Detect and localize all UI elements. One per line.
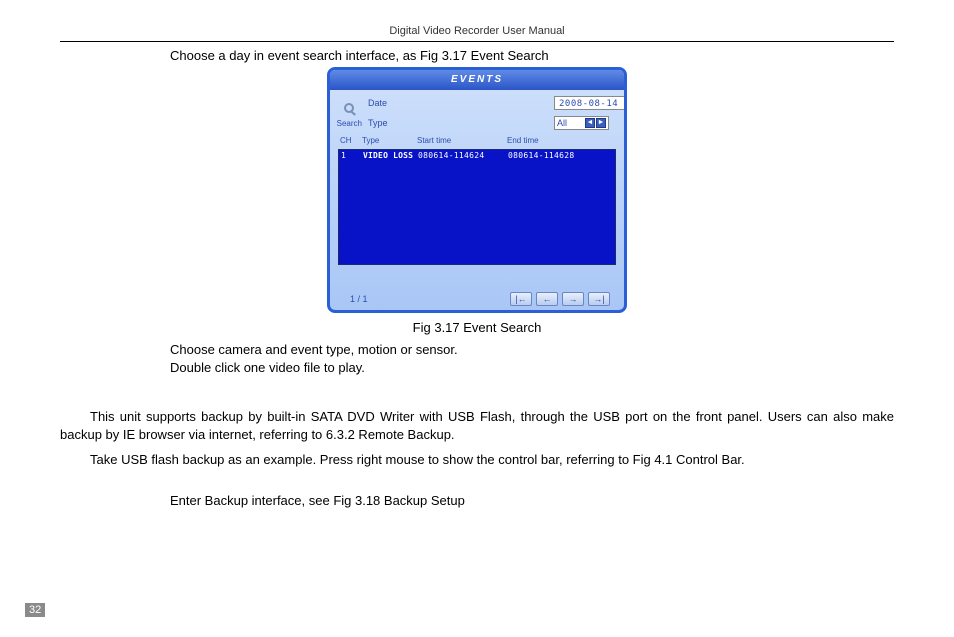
date-field-wrap: 2008-08-14 (554, 96, 614, 110)
dialog-filter-area: Date 2008-08-14 25 Date Search Type All (330, 90, 624, 134)
cell-ch: 1 (341, 151, 363, 160)
instruction-block: Choose camera and event type, motion or … (170, 341, 894, 376)
manual-header: Digital Video Recorder User Manual (60, 25, 894, 37)
type-field-wrap: All ◄ ► (554, 116, 614, 130)
instruction-line-3: Enter Backup interface, see Fig 3.18 Bac… (170, 493, 894, 508)
table-header: CH Type Start time End time (330, 134, 624, 147)
search-icon-label: Search (337, 119, 362, 128)
header-rule (60, 41, 894, 42)
prev-page-button[interactable]: ← (536, 292, 558, 306)
figure-caption: Fig 3.17 Event Search (60, 320, 894, 335)
cell-end: 080614-114628 (508, 151, 613, 160)
next-page-button[interactable]: → (562, 292, 584, 306)
instruction-line-1: Choose camera and event type, motion or … (170, 341, 894, 359)
date-label: Date (368, 98, 554, 108)
type-prev-icon[interactable]: ◄ (585, 118, 595, 128)
col-ch: CH (340, 136, 362, 145)
page-number-badge: 32 (25, 603, 45, 617)
type-select[interactable]: All ◄ ► (554, 116, 609, 130)
nav-buttons: |← ← → →| (510, 292, 610, 306)
col-start: Start time (417, 136, 507, 145)
action-icons: 25 Date Search (340, 99, 368, 128)
type-label: Type (368, 118, 554, 128)
intro-text: Choose a day in event search interface, … (170, 48, 894, 63)
first-page-button[interactable]: |← (510, 292, 532, 306)
results-list: 1 VIDEO LOSS 080614-114624 080614-114628 (338, 149, 616, 265)
cell-type: VIDEO LOSS (363, 151, 418, 160)
search-button[interactable]: Search (337, 99, 362, 128)
date-input[interactable]: 2008-08-14 (554, 96, 627, 110)
type-next-icon[interactable]: ► (596, 118, 606, 128)
paragraph-1: This unit supports backup by built-in SA… (60, 408, 894, 443)
type-value: All (557, 117, 567, 129)
col-end: End time (507, 136, 614, 145)
figure-container: EVENTS Date 2008-08-14 25 Date Search Ty… (60, 67, 894, 335)
last-page-button[interactable]: →| (588, 292, 610, 306)
pagination-bar: 1 / 1 |← ← → →| (338, 292, 616, 306)
events-dialog: EVENTS Date 2008-08-14 25 Date Search Ty… (327, 67, 627, 313)
instruction-line-2: Double click one video file to play. (170, 359, 894, 377)
magnifier-icon (338, 99, 360, 117)
dialog-title: EVENTS (330, 70, 624, 90)
col-type: Type (362, 136, 417, 145)
paragraph-2: Take USB flash backup as an example. Pre… (60, 451, 894, 469)
page-indicator: 1 / 1 (350, 294, 368, 304)
cell-start: 080614-114624 (418, 151, 508, 160)
table-row[interactable]: 1 VIDEO LOSS 080614-114624 080614-114628 (339, 150, 615, 161)
